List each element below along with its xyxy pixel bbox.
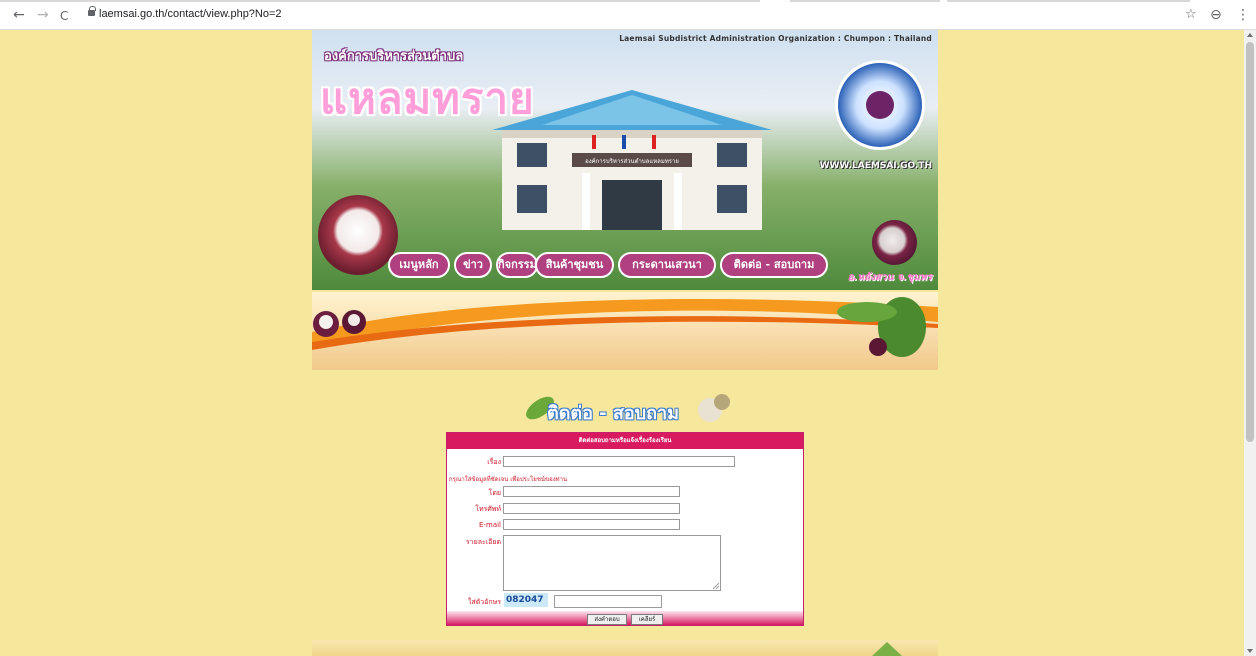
clear-button[interactable]: เคลียร์ (631, 614, 663, 625)
page-footer-strip (312, 640, 938, 656)
menu-activities[interactable]: กิจกรรม (496, 252, 538, 278)
subject-label: เรื่อง (487, 458, 501, 466)
address-bar[interactable]: laemsai.go.th/contact/view.php?No=2 (99, 8, 282, 20)
scroll-up-icon[interactable] (1247, 33, 1253, 37)
lock-icon[interactable] (88, 6, 96, 17)
submit-button[interactable]: ส่งคำตอบ (587, 614, 627, 625)
browser-toolbar: ← → C laemsai.go.th/contact/view.php?No=… (0, 0, 1256, 30)
menu-webboard[interactable]: กระดานเสวนา (618, 252, 716, 278)
site-logo-text: แหลมทราย (320, 74, 535, 123)
phone-input[interactable] (503, 503, 680, 514)
svg-text:องค์การบริหารส่วนตำบลแหลมทราย: องค์การบริหารส่วนตำบลแหลมทราย (585, 157, 679, 165)
account-icon[interactable]: ⊖ (1210, 7, 1222, 23)
captcha-code: 082047 (504, 593, 548, 607)
scrollbar-thumb[interactable] (1246, 42, 1254, 442)
browser-menu-icon[interactable]: ⋮ (1236, 7, 1250, 23)
contact-form: ติดต่อสอบถามหรือแจ้งเรื่องร้องเรียน เรื่… (446, 432, 804, 626)
emblem-seal-icon (835, 60, 925, 150)
tab-strip-line (790, 0, 940, 2)
swoosh-graphic (312, 297, 938, 357)
reload-icon[interactable]: C (60, 8, 68, 24)
mangosteen-image (872, 220, 917, 265)
name-label: โดย (488, 489, 501, 497)
mangosteen-image (318, 195, 398, 275)
org-name: องค์การบริหารส่วนตำบล (324, 49, 464, 64)
phone-label: โทรศัพท์ (475, 505, 501, 513)
menu-home[interactable]: เมนูหลัก (388, 252, 450, 278)
detail-textarea[interactable] (503, 535, 721, 591)
captcha-label: ใส่ตัวอักษร (468, 598, 501, 606)
site-tagline: Laemsai Subdistrict Administration Organ… (619, 34, 932, 43)
decorative-swoosh (312, 292, 938, 370)
scroll-down-icon[interactable] (1247, 649, 1253, 653)
menu-community-products[interactable]: สินค้าชุมชน (535, 252, 614, 278)
page-scrollbar[interactable] (1244, 30, 1256, 656)
tab-strip-line (0, 0, 760, 2)
forward-icon[interactable]: → (37, 7, 49, 23)
section-title: ติดต่อ - สอบถาม (547, 403, 679, 424)
website-address: WWW.LAEMSAI.GO.TH (819, 161, 932, 171)
district-credit: อ.หลังสวน จ.ชุมพร (847, 272, 932, 283)
name-input[interactable] (503, 486, 680, 497)
site-banner: องค์การบริหารส่วนตำบลแหลมทราย Laemsai Su… (312, 30, 938, 290)
captcha-input[interactable] (554, 595, 662, 608)
back-icon[interactable]: ← (13, 7, 25, 23)
email-input[interactable] (503, 519, 680, 530)
detail-label: รายละเอียด (465, 538, 501, 546)
resize-handle-icon[interactable] (713, 583, 719, 589)
form-header: ติดต่อสอบถามหรือแจ้งเรื่องร้องเรียน (447, 433, 803, 449)
menu-contact[interactable]: ติดต่อ - สอบถาม (720, 252, 828, 278)
leaf-decoration (872, 642, 902, 656)
form-hint: กรุณาใส่ข้อมูลที่ชัดเจน เพื่อประโยชน์ของ… (449, 476, 568, 483)
bookmark-star-icon[interactable]: ☆ (1185, 7, 1197, 23)
tab-strip-line (947, 0, 1190, 2)
menu-news[interactable]: ข่าว (454, 252, 492, 278)
subject-input[interactable] (503, 456, 735, 467)
email-label: E-mail (479, 521, 501, 529)
